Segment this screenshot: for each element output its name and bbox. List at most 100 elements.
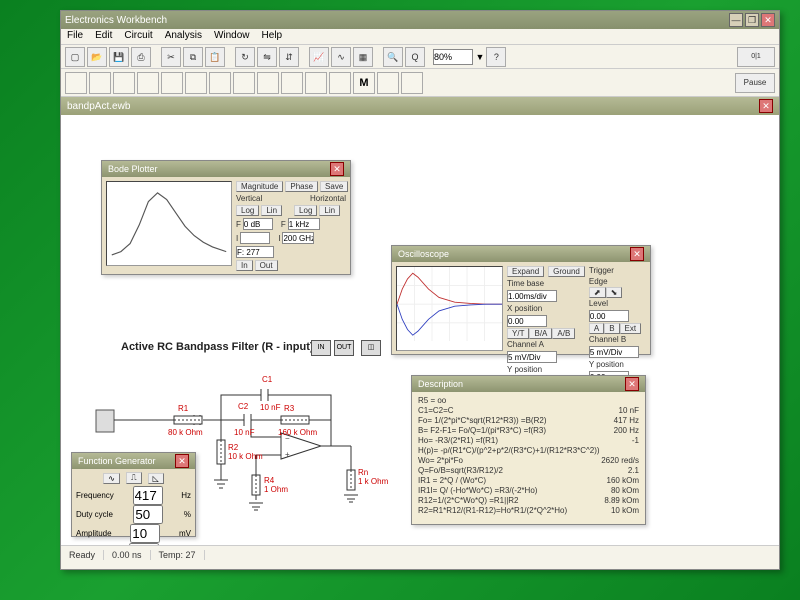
bode-vertical-label: Vertical bbox=[236, 194, 262, 203]
bode-vf-input[interactable] bbox=[243, 218, 273, 230]
close-button[interactable]: ✕ bbox=[761, 13, 775, 27]
part-basic-icon[interactable] bbox=[89, 72, 111, 94]
menu-file[interactable]: File bbox=[67, 30, 83, 43]
doc-close-icon[interactable]: ✕ bbox=[759, 99, 773, 113]
part-sources-icon[interactable] bbox=[65, 72, 87, 94]
part-misc-icon[interactable] bbox=[305, 72, 327, 94]
part-indicator-icon[interactable] bbox=[257, 72, 279, 94]
part-m-icon[interactable]: M bbox=[353, 72, 375, 94]
analysis-icon[interactable]: ∿ bbox=[331, 47, 351, 67]
desc-titlebar[interactable]: Description ✕ bbox=[412, 376, 645, 392]
circuit-schematic[interactable]: C1 10 nF C2 10 nF R1 80 k Ohm R2 10 k Oh… bbox=[86, 355, 401, 535]
doc-tab[interactable]: bandpAct.ewb ✕ bbox=[61, 97, 779, 115]
bode-hi-input[interactable] bbox=[282, 232, 314, 244]
cut-icon[interactable]: ✂ bbox=[161, 47, 181, 67]
circuit-scope-icon[interactable]: ◫ bbox=[361, 340, 381, 356]
zoom-input[interactable] bbox=[433, 49, 473, 65]
bode-plotter-window[interactable]: Bode Plotter ✕ Magnitude Phase Save Vert… bbox=[101, 160, 351, 275]
menu-edit[interactable]: Edit bbox=[95, 30, 112, 43]
fgen-row-input[interactable] bbox=[129, 543, 159, 545]
part-extra2-icon[interactable] bbox=[401, 72, 423, 94]
scope-level-input[interactable] bbox=[589, 310, 629, 322]
bode-out-button[interactable]: Out bbox=[255, 260, 278, 271]
open-icon[interactable]: 📂 bbox=[87, 47, 107, 67]
bode-v-lin-button[interactable]: Lin bbox=[261, 205, 282, 216]
part-logic-icon[interactable] bbox=[233, 72, 255, 94]
pause-button[interactable]: Pause bbox=[735, 73, 775, 93]
circuit-out-port[interactable]: OUT bbox=[334, 340, 354, 356]
scope-ba-button[interactable]: B/A bbox=[529, 328, 552, 339]
part-analog-icon[interactable] bbox=[161, 72, 183, 94]
status-ready: Ready bbox=[61, 550, 104, 560]
part-digital-icon[interactable] bbox=[209, 72, 231, 94]
description-window[interactable]: Description ✕ R5 = ooC1=C2=C10 nFFo= 1/(… bbox=[411, 375, 646, 525]
save-icon[interactable]: 💾 bbox=[109, 47, 129, 67]
desc-line: IR1 = 2*Q / (Wo*C)160 kOm bbox=[418, 476, 639, 486]
oscilloscope-window[interactable]: Oscilloscope ✕ ExpandGround Time base X … bbox=[391, 245, 651, 355]
bode-v-log-button[interactable]: Log bbox=[236, 205, 259, 216]
menu-analysis[interactable]: Analysis bbox=[165, 30, 202, 43]
bode-save-button[interactable]: Save bbox=[320, 181, 348, 192]
scope-close-icon[interactable]: ✕ bbox=[630, 247, 644, 261]
help-icon[interactable]: ? bbox=[486, 47, 506, 67]
scope-xpos-input[interactable] bbox=[507, 315, 547, 327]
bode-vi-input[interactable] bbox=[240, 232, 270, 244]
run-switch[interactable]: 0|1 bbox=[737, 47, 775, 67]
menu-window[interactable]: Window bbox=[214, 30, 250, 43]
scope-edge-fall-icon[interactable]: ⬊ bbox=[606, 287, 623, 298]
scope-trig-a-button[interactable]: A bbox=[589, 323, 604, 334]
copy-icon[interactable]: ⧉ bbox=[183, 47, 203, 67]
maximize-button[interactable]: ❐ bbox=[745, 13, 759, 27]
part-control-icon[interactable] bbox=[281, 72, 303, 94]
desc-close-icon[interactable]: ✕ bbox=[625, 377, 639, 391]
zoom-combo[interactable]: ▼ bbox=[433, 49, 484, 65]
rotate-icon[interactable]: ↻ bbox=[235, 47, 255, 67]
parts-toolbar: M Pause bbox=[61, 69, 779, 97]
part-instr-icon[interactable] bbox=[329, 72, 351, 94]
scope-edge-rise-icon[interactable]: ⬈ bbox=[589, 287, 606, 298]
fliph-icon[interactable]: ⇋ bbox=[257, 47, 277, 67]
part-diode-icon[interactable] bbox=[113, 72, 135, 94]
chart-icon[interactable]: ▦ bbox=[353, 47, 373, 67]
part-transistor-icon[interactable] bbox=[137, 72, 159, 94]
graph-icon[interactable]: 📈 bbox=[309, 47, 329, 67]
minimize-button[interactable]: — bbox=[729, 13, 743, 27]
flipv-icon[interactable]: ⇵ bbox=[279, 47, 299, 67]
new-icon[interactable]: ▢ bbox=[65, 47, 85, 67]
scope-ab-button[interactable]: A/B bbox=[552, 328, 575, 339]
menu-circuit[interactable]: Circuit bbox=[124, 30, 152, 43]
circuit-in-port[interactable]: IN bbox=[311, 340, 331, 356]
bode-in-button[interactable]: In bbox=[236, 260, 253, 271]
bode-titlebar[interactable]: Bode Plotter ✕ bbox=[102, 161, 350, 177]
scope-expand-button[interactable]: Expand bbox=[507, 266, 544, 277]
scope-trig-b-button[interactable]: B bbox=[604, 323, 619, 334]
scope-chb-vdiv[interactable] bbox=[589, 346, 639, 358]
bode-h-log-button[interactable]: Log bbox=[294, 205, 317, 216]
bode-hi-label: I bbox=[278, 234, 280, 243]
bode-close-icon[interactable]: ✕ bbox=[330, 162, 344, 176]
zoom-out-icon[interactable]: Q bbox=[405, 47, 425, 67]
scope-timebase-input[interactable] bbox=[507, 290, 557, 302]
scope-cha-vdiv[interactable] bbox=[507, 351, 557, 363]
scope-yt-button[interactable]: Y/T bbox=[507, 328, 529, 339]
bode-phase-button[interactable]: Phase bbox=[285, 181, 318, 192]
bode-magnitude-button[interactable]: Magnitude bbox=[236, 181, 283, 192]
scope-ground-button[interactable]: Ground bbox=[548, 266, 585, 277]
bode-freq-input[interactable] bbox=[236, 246, 274, 258]
desc-line: IR1I= Q/ (-Ho*Wo*C) =R3/(-2*Ho)80 kOm bbox=[418, 486, 639, 496]
scope-trig-ext-button[interactable]: Ext bbox=[620, 323, 642, 334]
svg-text:R1: R1 bbox=[178, 404, 189, 413]
bode-h-lin-button[interactable]: Lin bbox=[319, 205, 340, 216]
titlebar[interactable]: Electronics Workbench — ❐ ✕ bbox=[61, 11, 779, 29]
circuit-canvas[interactable]: Bode Plotter ✕ Magnitude Phase Save Vert… bbox=[61, 115, 779, 545]
part-extra1-icon[interactable] bbox=[377, 72, 399, 94]
scope-cha-pos-label: Y position bbox=[507, 365, 585, 374]
print-icon[interactable]: ⎙ bbox=[131, 47, 151, 67]
scope-chb-pos-label: Y position bbox=[589, 360, 646, 369]
scope-titlebar[interactable]: Oscilloscope ✕ bbox=[392, 246, 650, 262]
bode-hf-input[interactable] bbox=[288, 218, 320, 230]
paste-icon[interactable]: 📋 bbox=[205, 47, 225, 67]
zoom-in-icon[interactable]: 🔍 bbox=[383, 47, 403, 67]
menu-help[interactable]: Help bbox=[262, 30, 283, 43]
part-mixed-icon[interactable] bbox=[185, 72, 207, 94]
